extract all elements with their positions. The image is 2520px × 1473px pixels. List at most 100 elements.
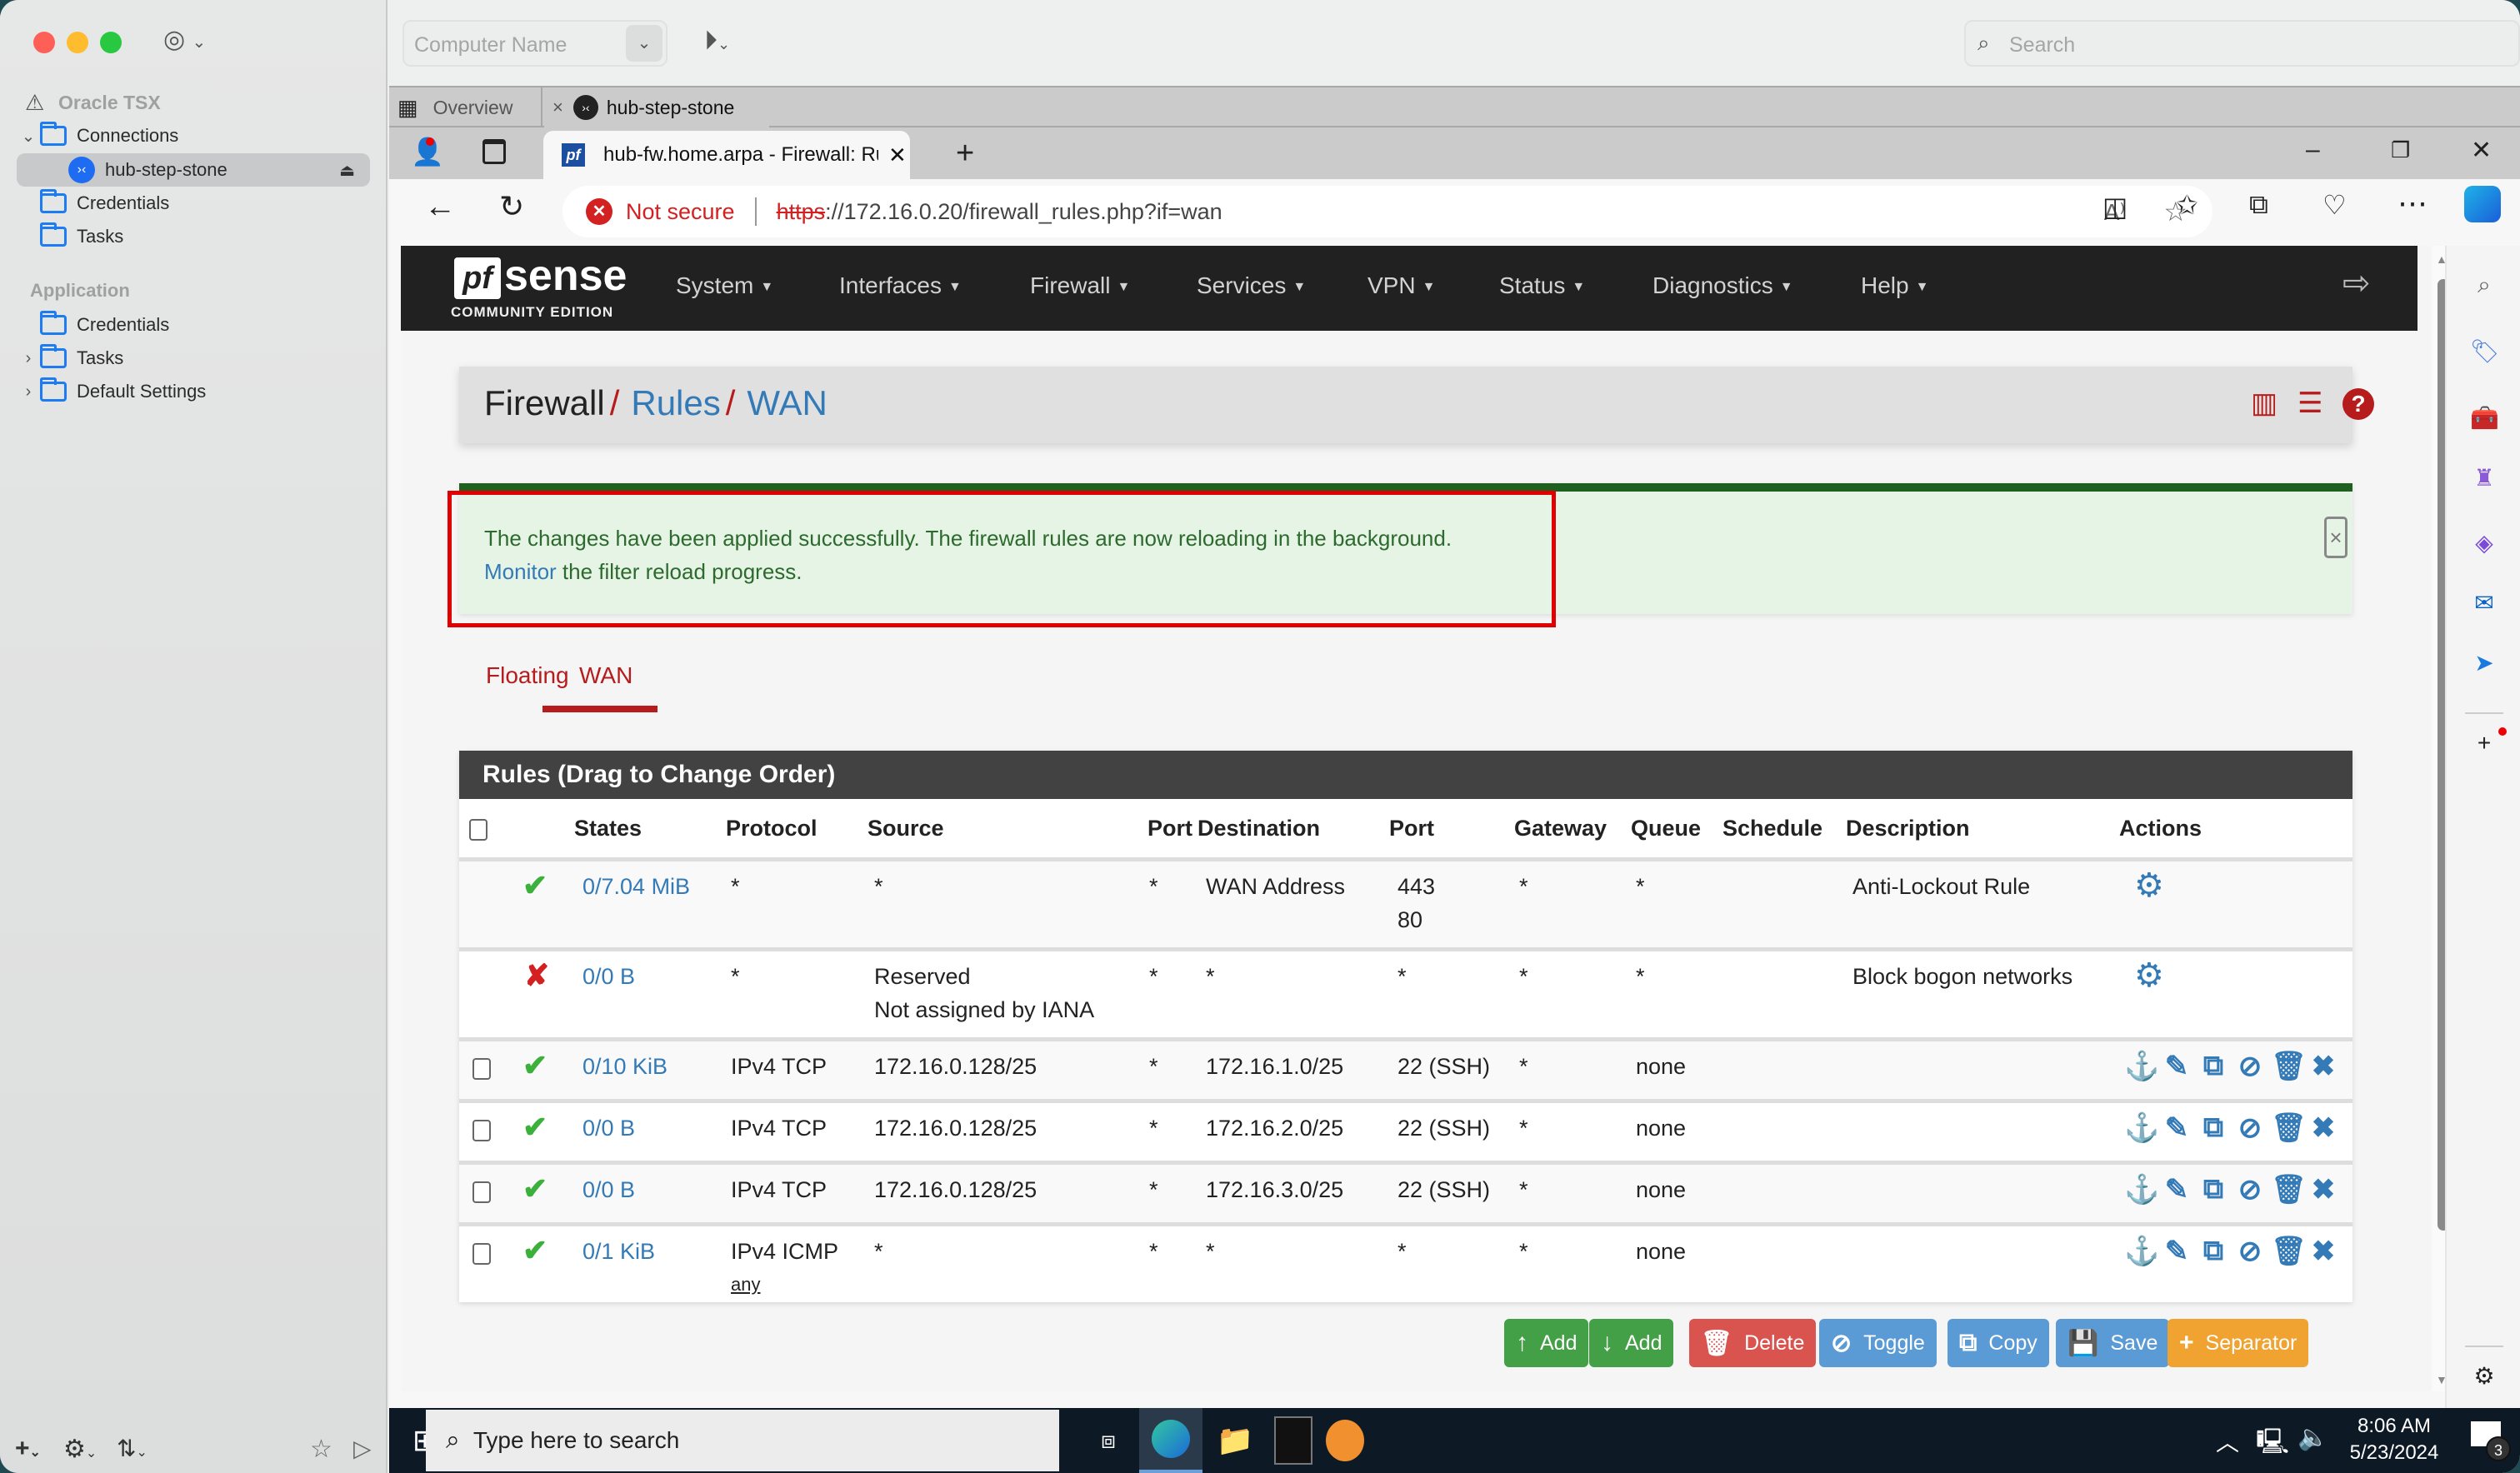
copilot-icon[interactable]	[2464, 186, 2501, 222]
add-bottom-button[interactable]: ↓ Add	[1589, 1319, 1674, 1367]
menu-diagnostics[interactable]: Diagnostics ▼	[1652, 272, 1793, 299]
play-menu-icon[interactable]: ⏵⌄	[704, 25, 730, 57]
col-destination[interactable]: Destination	[1198, 816, 1320, 841]
terminal-icon[interactable]	[1274, 1416, 1312, 1465]
menu-vpn[interactable]: VPN ▼	[1368, 272, 1435, 299]
sidebar-item-connections[interactable]: ⌄ Connections	[17, 119, 370, 152]
close-browser-button[interactable]: ✕	[2471, 136, 2492, 165]
col-queue[interactable]: Queue	[1631, 816, 1701, 841]
rule-checkbox[interactable]	[472, 1058, 491, 1080]
copy-icon[interactable]: ⧉	[2198, 1173, 2229, 1206]
menu-interfaces[interactable]: Interfaces ▼	[839, 272, 962, 299]
edit-pencil-icon[interactable]: ✎	[2161, 1235, 2192, 1268]
task-view-icon[interactable]: ⧈	[1088, 1420, 1129, 1461]
url-bar[interactable]: ✕ Not secure https ://172.16.0.20/firewa…	[562, 186, 2212, 237]
file-explorer-icon[interactable]: 📁	[1214, 1420, 1256, 1461]
eject-icon[interactable]: ⏏	[339, 160, 355, 181]
refresh-icon[interactable]: ↻	[499, 189, 524, 224]
edit-pencil-icon[interactable]: ✎	[2161, 1111, 2192, 1145]
menu-firewall[interactable]: Firewall ▼	[1030, 272, 1130, 299]
chevron-right-icon[interactable]: ›	[17, 349, 40, 368]
rule-row[interactable]: ✔ 0/7.04 MiB * * * WAN Address 443 * * Anti-Locko…	[459, 857, 2352, 947]
rule-row[interactable]: ✘ 0/0 B * Reserved * * * * * Block bogon networks…	[459, 947, 2352, 1037]
col-source-port[interactable]: Port	[1148, 816, 1192, 841]
delete-trash-icon[interactable]: 🗑	[2271, 1173, 2307, 1206]
separator-button[interactable]: + Separator	[2168, 1319, 2309, 1367]
back-arrow-icon[interactable]: ←	[424, 189, 456, 225]
sidebar-settings-icon[interactable]: ⚙	[2470, 1362, 2498, 1391]
browser-essentials-icon[interactable]: ♡	[2322, 189, 2347, 221]
disable-ban-icon[interactable]: ⊘	[2234, 1173, 2266, 1206]
tab-floating[interactable]: Floating	[486, 662, 569, 689]
drop-send-icon[interactable]: ➤	[2470, 649, 2498, 677]
pfsense-logo-text[interactable]: sense	[504, 251, 627, 301]
states-link[interactable]: 0/7.04 MiB	[582, 870, 690, 903]
rule-checkbox[interactable]	[472, 1181, 491, 1203]
menu-services[interactable]: Services ▼	[1197, 272, 1306, 299]
add-top-button[interactable]: ↑ Add	[1504, 1319, 1589, 1367]
rule-row[interactable]: ✔ 0/1 KiB IPv4 ICMP * * * * * none any ⚓ ✎ ⧉ ⊘ 🗑 …	[459, 1222, 2352, 1309]
delete-x-icon[interactable]: ✖	[2308, 1173, 2339, 1206]
states-link[interactable]: 0/10 KiB	[582, 1050, 668, 1083]
settings-gear-icon[interactable]: ⚙	[2134, 866, 2164, 905]
close-tab-icon[interactable]: ✕	[888, 142, 907, 168]
rule-row[interactable]: ✔ 0/10 KiB IPv4 TCP 172.16.0.128/25 * 172.16.…	[459, 1037, 2352, 1099]
minimize-window-button[interactable]	[67, 32, 88, 53]
delete-trash-icon[interactable]: 🗑	[2271, 1235, 2307, 1268]
search-icon[interactable]: ⌕	[2470, 271, 2498, 299]
anchor-move-icon[interactable]: ⚓	[2124, 1235, 2159, 1268]
close-tab-icon[interactable]: ×	[552, 97, 563, 118]
rule-checkbox[interactable]	[472, 1120, 491, 1141]
states-link[interactable]: 0/0 B	[582, 960, 635, 993]
col-source[interactable]: Source	[868, 816, 944, 841]
pass-check-icon[interactable]: ✔	[522, 1233, 548, 1268]
anchor-move-icon[interactable]: ⚓	[2124, 1173, 2159, 1206]
menu-help[interactable]: Help ▼	[1861, 272, 1928, 299]
outlook-icon[interactable]: ✉	[2470, 589, 2498, 617]
states-link[interactable]: 0/0 B	[582, 1111, 635, 1145]
toggle-button[interactable]: ⊘ Toggle	[1819, 1319, 1937, 1367]
rule-row[interactable]: ✔ 0/0 B IPv4 TCP 172.16.0.128/25 * 172.16.2.0…	[459, 1099, 2352, 1161]
rule-row[interactable]: ✔ 0/0 B IPv4 TCP 172.16.0.128/25 * 172.16.3.0…	[459, 1161, 2352, 1222]
app-icon[interactable]	[1326, 1420, 1364, 1461]
status-chart-icon[interactable]: ▥	[2251, 387, 2278, 420]
target-menu-icon[interactable]: ◎ ⌄	[163, 25, 206, 54]
anchor-move-icon[interactable]: ⚓	[2124, 1050, 2159, 1083]
col-protocol[interactable]: Protocol	[726, 816, 818, 841]
collections-icon[interactable]: ⧉	[2249, 189, 2268, 221]
delete-button[interactable]: 🗑 Delete	[1689, 1319, 1817, 1367]
copy-icon[interactable]: ⧉	[2198, 1050, 2229, 1083]
security-label[interactable]: Not secure	[626, 199, 735, 225]
col-dest-port[interactable]: Port	[1389, 816, 1434, 841]
tools-icon[interactable]: 🧰	[2470, 404, 2499, 432]
games-icon[interactable]: ♜	[2470, 464, 2498, 492]
edit-pencil-icon[interactable]: ✎	[2161, 1173, 2192, 1206]
sidebar-item-credentials[interactable]: Credentials	[17, 187, 370, 220]
delete-x-icon[interactable]: ✖	[2308, 1235, 2339, 1268]
chevron-right-icon[interactable]: ›	[17, 382, 40, 402]
pass-check-icon[interactable]: ✔	[522, 1110, 548, 1145]
block-x-icon[interactable]: ✘	[524, 958, 549, 993]
browser-tab-active[interactable]: pf hub-fw.home.arpa - Firewall: Rul ✕	[543, 131, 910, 179]
copy-icon[interactable]: ⧉	[2198, 1235, 2229, 1268]
taskbar-edge-app[interactable]	[1139, 1408, 1202, 1473]
save-button[interactable]: 💾 Save	[2056, 1319, 2170, 1367]
delete-x-icon[interactable]: ✖	[2308, 1050, 2339, 1083]
breadcrumb-rules[interactable]: Rules	[631, 383, 720, 422]
delete-x-icon[interactable]: ✖	[2308, 1111, 2339, 1145]
tab-wan[interactable]: WAN	[579, 662, 632, 689]
chevron-down-icon[interactable]: ⌄	[626, 25, 662, 62]
sidebar-item-default-settings[interactable]: › Default Settings	[17, 375, 370, 408]
minimize-button[interactable]: –	[2306, 136, 2320, 164]
zoom-window-button[interactable]	[100, 32, 122, 53]
sidebar-item-app-tasks[interactable]: › Tasks	[17, 342, 370, 375]
search-input[interactable]: ⌕ Search	[1964, 20, 2520, 67]
rule-checkbox[interactable]	[472, 1243, 491, 1265]
shopping-tag-icon[interactable]: 🏷	[2470, 337, 2500, 366]
log-list-icon[interactable]: ☰	[2298, 387, 2322, 420]
menu-status[interactable]: Status ▼	[1499, 272, 1585, 299]
restore-button[interactable]: ❐	[2391, 137, 2410, 163]
split-screen-icon[interactable]: ◫	[2102, 191, 2128, 222]
settings-menu-button[interactable]: ⚙⌄	[63, 1435, 97, 1464]
select-all-checkbox[interactable]	[469, 819, 488, 841]
